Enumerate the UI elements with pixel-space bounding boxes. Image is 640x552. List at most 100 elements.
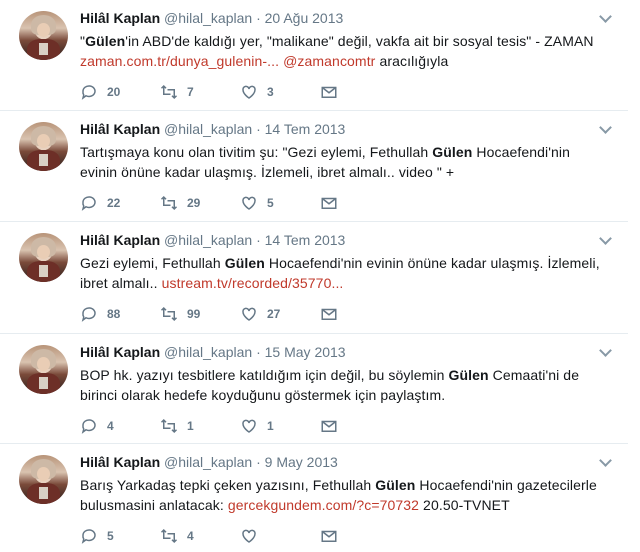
retweet-icon bbox=[160, 84, 178, 100]
like-button[interactable]: 1 bbox=[240, 414, 274, 438]
reply-icon bbox=[81, 419, 96, 434]
reply-count: 20 bbox=[107, 85, 121, 99]
separator: · bbox=[256, 232, 261, 248]
user-handle[interactable]: @hilal_kaplan bbox=[164, 232, 252, 248]
chevron-down-icon[interactable] bbox=[599, 344, 612, 357]
reply-icon bbox=[81, 196, 96, 211]
tweet-text-segment: aracılığıyla bbox=[375, 53, 449, 69]
retweet-icon bbox=[160, 195, 178, 211]
retweet-count: 1 bbox=[187, 419, 194, 433]
tweet-header: Hilâl Kaplan @hilal_kaplan · 14 Tem 2013 bbox=[80, 120, 345, 138]
retweet-button[interactable]: 4 bbox=[160, 524, 194, 548]
tweet-actions: 4 1 1 bbox=[80, 414, 380, 438]
tweet[interactable]: Hilâl Kaplan @hilal_kaplan · 14 Tem 2013… bbox=[0, 222, 628, 334]
separator: · bbox=[256, 344, 261, 360]
separator: · bbox=[256, 121, 261, 137]
retweet-button[interactable]: 1 bbox=[160, 414, 194, 438]
avatar[interactable] bbox=[19, 233, 68, 282]
tweet[interactable]: Hilâl Kaplan @hilal_kaplan · 20 Ağu 2013… bbox=[0, 0, 628, 111]
heart-icon bbox=[242, 85, 256, 99]
tweet-text-segment: Barış Yarkadaş tepki çeken yazısını, Fet… bbox=[80, 477, 376, 493]
heart-icon bbox=[242, 529, 256, 543]
display-name[interactable]: Hilâl Kaplan bbox=[80, 121, 160, 137]
display-name[interactable]: Hilâl Kaplan bbox=[80, 454, 160, 470]
tweet-date[interactable]: 15 May 2013 bbox=[265, 344, 346, 360]
tweet-text-segment: BOP hk. yazıyı tesbitlere katıldığım içi… bbox=[80, 367, 449, 383]
tweet[interactable]: Hilâl Kaplan @hilal_kaplan · 9 May 2013 … bbox=[0, 444, 628, 552]
envelope-icon bbox=[321, 86, 337, 98]
chevron-down-icon[interactable] bbox=[599, 10, 612, 23]
envelope-icon bbox=[321, 420, 337, 432]
avatar[interactable] bbox=[19, 11, 68, 60]
tweet-link[interactable]: zaman.com.tr/dunya_gulenin-... bbox=[80, 53, 279, 69]
tweet-link[interactable]: gercekgundem.com/?c=70732 bbox=[228, 497, 419, 513]
like-button[interactable]: 3 bbox=[240, 80, 274, 104]
display-name[interactable]: Hilâl Kaplan bbox=[80, 344, 160, 360]
user-handle[interactable]: @hilal_kaplan bbox=[164, 454, 252, 470]
retweet-icon bbox=[160, 528, 178, 544]
user-handle[interactable]: @hilal_kaplan bbox=[164, 344, 252, 360]
chevron-down-icon[interactable] bbox=[599, 454, 612, 467]
display-name[interactable]: Hilâl Kaplan bbox=[80, 10, 160, 26]
reply-button[interactable]: 22 bbox=[80, 191, 120, 215]
highlighted-term: Gülen bbox=[85, 33, 126, 49]
retweet-button[interactable]: 29 bbox=[160, 191, 200, 215]
user-handle[interactable]: @hilal_kaplan bbox=[164, 121, 252, 137]
highlighted-term: Gülen bbox=[448, 367, 489, 383]
highlighted-term: Gülen bbox=[224, 255, 265, 271]
retweet-count: 29 bbox=[187, 196, 201, 210]
like-button[interactable]: 5 bbox=[240, 191, 274, 215]
like-count: 27 bbox=[267, 307, 281, 321]
tweet-actions: 22 29 5 bbox=[80, 191, 380, 215]
tweet-text: Gezi eylemi, Fethullah Gülen Hocaefendi'… bbox=[80, 253, 600, 293]
highlighted-term: Gülen bbox=[432, 144, 473, 160]
heart-icon bbox=[242, 307, 256, 321]
tweet-header: Hilâl Kaplan @hilal_kaplan · 20 Ağu 2013 bbox=[80, 9, 343, 27]
tweet-text-segment: Gezi eylemi, Fethullah bbox=[80, 255, 225, 271]
user-handle[interactable]: @hilal_kaplan bbox=[164, 10, 252, 26]
like-button[interactable] bbox=[240, 524, 267, 548]
reply-button[interactable]: 88 bbox=[80, 302, 120, 326]
tweet-date[interactable]: 14 Tem 2013 bbox=[265, 121, 346, 137]
display-name[interactable]: Hilâl Kaplan bbox=[80, 232, 160, 248]
reply-count: 88 bbox=[107, 307, 121, 321]
like-count: 3 bbox=[267, 85, 274, 99]
retweet-button[interactable]: 7 bbox=[160, 80, 194, 104]
avatar[interactable] bbox=[19, 345, 68, 394]
tweet-text-segment: 20.50-TVNET bbox=[419, 497, 510, 513]
avatar[interactable] bbox=[19, 122, 68, 171]
reply-icon bbox=[81, 85, 96, 100]
like-count: 1 bbox=[267, 419, 274, 433]
reply-button[interactable]: 20 bbox=[80, 80, 120, 104]
tweet-text: "Gülen'in ABD'de kaldığı yer, "malikane"… bbox=[80, 31, 600, 71]
heart-icon bbox=[242, 196, 256, 210]
tweet-date[interactable]: 14 Tem 2013 bbox=[265, 232, 346, 248]
chevron-down-icon[interactable] bbox=[599, 121, 612, 134]
tweet-text: BOP hk. yazıyı tesbitlere katıldığım içi… bbox=[80, 365, 600, 405]
tweet-actions: 20 7 3 bbox=[80, 80, 380, 104]
reply-button[interactable]: 4 bbox=[80, 414, 114, 438]
tweet-date[interactable]: 20 Ağu 2013 bbox=[265, 10, 344, 26]
retweet-count: 7 bbox=[187, 85, 194, 99]
avatar[interactable] bbox=[19, 455, 68, 504]
reply-button[interactable]: 5 bbox=[80, 524, 114, 548]
direct-message-button[interactable] bbox=[320, 524, 347, 548]
reply-icon bbox=[81, 529, 96, 544]
retweet-icon bbox=[160, 418, 178, 434]
direct-message-button[interactable] bbox=[320, 80, 347, 104]
tweet-link[interactable]: @zamancomtr bbox=[283, 53, 375, 69]
chevron-down-icon[interactable] bbox=[599, 232, 612, 245]
retweet-button[interactable]: 99 bbox=[160, 302, 200, 326]
tweet-text-segment: 'in ABD'de kaldığı yer, "malikane" değil… bbox=[125, 33, 594, 49]
direct-message-button[interactable] bbox=[320, 414, 347, 438]
direct-message-button[interactable] bbox=[320, 302, 347, 326]
tweet-link[interactable]: ustream.tv/recorded/35770... bbox=[162, 275, 344, 291]
tweet-header: Hilâl Kaplan @hilal_kaplan · 15 May 2013 bbox=[80, 343, 346, 361]
like-button[interactable]: 27 bbox=[240, 302, 280, 326]
tweet[interactable]: Hilâl Kaplan @hilal_kaplan · 15 May 2013… bbox=[0, 334, 628, 444]
tweet-text-segment: Tartışmaya konu olan tivitim şu: "Gezi e… bbox=[80, 144, 433, 160]
tweet[interactable]: Hilâl Kaplan @hilal_kaplan · 14 Tem 2013… bbox=[0, 111, 628, 222]
highlighted-term: Gülen bbox=[375, 477, 416, 493]
direct-message-button[interactable] bbox=[320, 191, 347, 215]
tweet-date[interactable]: 9 May 2013 bbox=[265, 454, 338, 470]
